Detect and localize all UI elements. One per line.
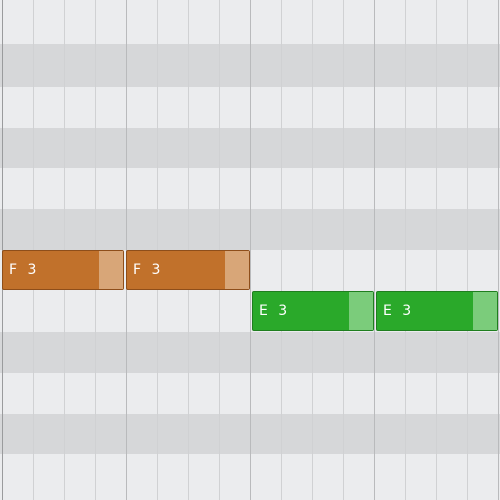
note-label: F 3 bbox=[133, 262, 164, 278]
note-e3-1[interactable]: E 3 bbox=[252, 291, 374, 331]
note-resize-handle[interactable] bbox=[349, 292, 373, 330]
step-line-9 bbox=[281, 0, 282, 500]
note-resize-handle[interactable] bbox=[473, 292, 497, 330]
step-line-10 bbox=[312, 0, 313, 500]
step-line-12 bbox=[374, 0, 375, 500]
step-line-16 bbox=[498, 0, 499, 500]
step-line-15 bbox=[467, 0, 468, 500]
note-e3-2[interactable]: E 3 bbox=[376, 291, 498, 331]
step-line-13 bbox=[405, 0, 406, 500]
step-line-14 bbox=[436, 0, 437, 500]
note-label: F 3 bbox=[9, 262, 40, 278]
step-line-8 bbox=[250, 0, 251, 500]
note-f3-2[interactable]: F 3 bbox=[126, 250, 250, 290]
note-label: E 3 bbox=[259, 303, 291, 319]
step-line-11 bbox=[343, 0, 344, 500]
note-resize-handle[interactable] bbox=[225, 251, 249, 289]
note-label: E 3 bbox=[383, 303, 415, 319]
note-f3-1[interactable]: F 3 bbox=[2, 250, 124, 290]
note-resize-handle[interactable] bbox=[99, 251, 123, 289]
piano-roll-grid[interactable]: F 3 F 3 E 3 E 3 bbox=[0, 0, 500, 500]
